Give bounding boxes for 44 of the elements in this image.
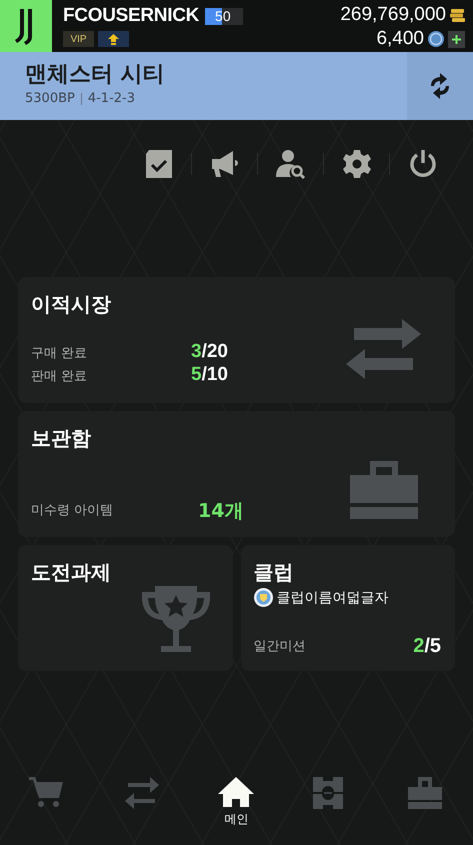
swap-arrows-icon	[346, 319, 421, 379]
club-card[interactable]: 클럽 클럽이름여덟글자 일간미션 2/5	[240, 545, 455, 671]
card-title: 보관함	[31, 425, 91, 452]
point-balance: 6,400	[376, 28, 424, 50]
briefcase-icon	[408, 777, 444, 809]
medal-icon	[428, 31, 444, 47]
cart-icon	[29, 777, 66, 809]
storage-card[interactable]: 보관함 미수령 아이템 14개	[18, 411, 455, 537]
nickname: FCOUSERNICK	[63, 5, 200, 27]
checklist-icon	[144, 150, 174, 178]
daily-mission-count: 2/5	[413, 635, 441, 658]
swap-arrows-icon	[124, 777, 160, 809]
upgrade-badge	[98, 31, 129, 47]
card-title: 이적시장	[31, 291, 111, 318]
vip-badge: VIP	[63, 31, 94, 47]
stat-value: 3/20	[191, 341, 228, 363]
stat-label: 구매 완료	[31, 345, 88, 362]
coins-icon	[450, 8, 465, 22]
club-crest-icon	[254, 588, 272, 607]
card-title: 클럽	[254, 559, 294, 586]
card-title: 도전과제	[31, 559, 111, 586]
unclaimed-items-label: 미수령 아이템	[31, 502, 114, 519]
formation: 4-1-2-3	[88, 91, 136, 106]
megaphone-icon	[210, 150, 240, 178]
plus-icon	[452, 34, 461, 44]
club-name: 클럽이름여덟글자	[276, 588, 388, 606]
home-icon	[218, 777, 254, 809]
user-search-icon	[276, 149, 306, 179]
switch-button[interactable]	[407, 52, 473, 120]
stat-label: 판매 완료	[31, 368, 88, 385]
coin-balance: 269,769,000	[340, 4, 446, 26]
transfer-market-card[interactable]: 이적시장 구매 완료 3/20 판매 완료 5/10	[18, 277, 455, 403]
add-button[interactable]	[448, 30, 465, 48]
settings-icon	[342, 150, 370, 178]
club-name: 맨체스터 시티	[25, 61, 166, 89]
unclaimed-items-count: 14개	[198, 499, 244, 524]
briefcase-icon	[350, 461, 418, 519]
power-icon	[408, 150, 436, 178]
main-tab[interactable]: 메인	[189, 777, 284, 828]
team-value: 5300BP	[25, 91, 75, 106]
club-logo[interactable]	[0, 0, 52, 52]
stat-value: 5/10	[191, 364, 228, 386]
daily-mission-label: 일간미션	[254, 638, 306, 655]
challenges-card[interactable]: 도전과제	[18, 545, 232, 671]
